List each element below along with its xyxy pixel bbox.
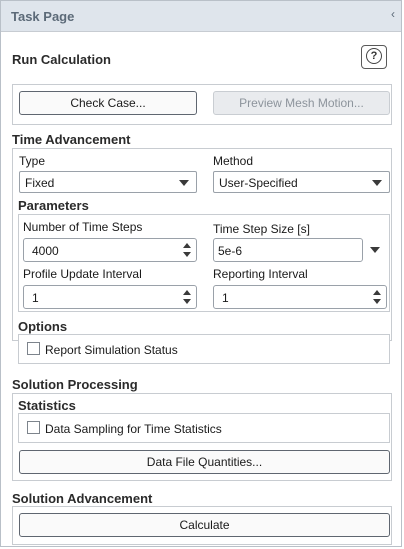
- options-heading: Options: [18, 319, 68, 334]
- method-label: Method: [213, 154, 254, 168]
- statistics-heading: Statistics: [18, 398, 76, 413]
- spin-up-icon[interactable]: [373, 290, 381, 295]
- help-icon: ?: [366, 48, 382, 64]
- profile-update-value: 1: [32, 291, 39, 305]
- check-case-button[interactable]: Check Case...: [19, 91, 197, 115]
- time-step-size-input[interactable]: 5e-6: [213, 238, 363, 262]
- data-sampling-checkbox[interactable]: [27, 421, 40, 434]
- time-step-size-label: Time Step Size [s]: [213, 222, 310, 236]
- chevron-down-icon: [372, 180, 382, 186]
- num-time-steps-value: 4000: [32, 244, 59, 258]
- method-dropdown[interactable]: User-Specified: [213, 171, 390, 193]
- type-dropdown[interactable]: Fixed: [19, 171, 197, 193]
- type-value: Fixed: [25, 176, 55, 190]
- chevron-down-icon: [179, 180, 189, 186]
- method-value: User-Specified: [219, 176, 298, 190]
- spin-down-icon[interactable]: [373, 299, 381, 304]
- reporting-interval-label: Reporting Interval: [213, 267, 308, 281]
- solution-advancement-heading: Solution Advancement: [12, 491, 153, 506]
- spin-down-icon[interactable]: [183, 252, 191, 257]
- task-page-panel: Task Page ‹ Run Calculation ? Check Case…: [0, 0, 402, 547]
- help-button[interactable]: ?: [361, 45, 387, 69]
- num-time-steps-label: Number of Time Steps: [23, 220, 143, 234]
- time-step-size-value: 5e-6: [218, 244, 243, 258]
- type-label: Type: [19, 154, 46, 168]
- time-advancement-heading: Time Advancement: [12, 132, 131, 147]
- spin-down-icon[interactable]: [183, 299, 191, 304]
- parameters-heading: Parameters: [18, 198, 89, 213]
- spin-up-icon[interactable]: [183, 290, 191, 295]
- run-calculation-heading: Run Calculation: [12, 52, 111, 67]
- solution-processing-heading: Solution Processing: [12, 377, 138, 392]
- profile-update-input[interactable]: 1: [23, 285, 197, 309]
- reporting-interval-value: 1: [222, 291, 229, 305]
- data-sampling-label: Data Sampling for Time Statistics: [45, 422, 222, 436]
- num-time-steps-input[interactable]: 4000: [23, 238, 197, 262]
- spin-up-icon[interactable]: [183, 243, 191, 248]
- collapse-icon[interactable]: ‹: [391, 7, 395, 21]
- panel-title: Task Page: [11, 9, 75, 24]
- reporting-interval-input[interactable]: 1: [213, 285, 387, 309]
- chevron-down-icon[interactable]: [370, 247, 380, 253]
- report-simulation-status-checkbox[interactable]: [27, 342, 40, 355]
- calculate-button[interactable]: Calculate: [19, 513, 390, 537]
- preview-mesh-motion-button[interactable]: Preview Mesh Motion...: [213, 91, 390, 115]
- panel-titlebar: Task Page ‹: [1, 1, 401, 32]
- report-simulation-status-label: Report Simulation Status: [45, 343, 178, 357]
- data-file-quantities-button[interactable]: Data File Quantities...: [19, 450, 390, 474]
- profile-update-label: Profile Update Interval: [23, 267, 142, 281]
